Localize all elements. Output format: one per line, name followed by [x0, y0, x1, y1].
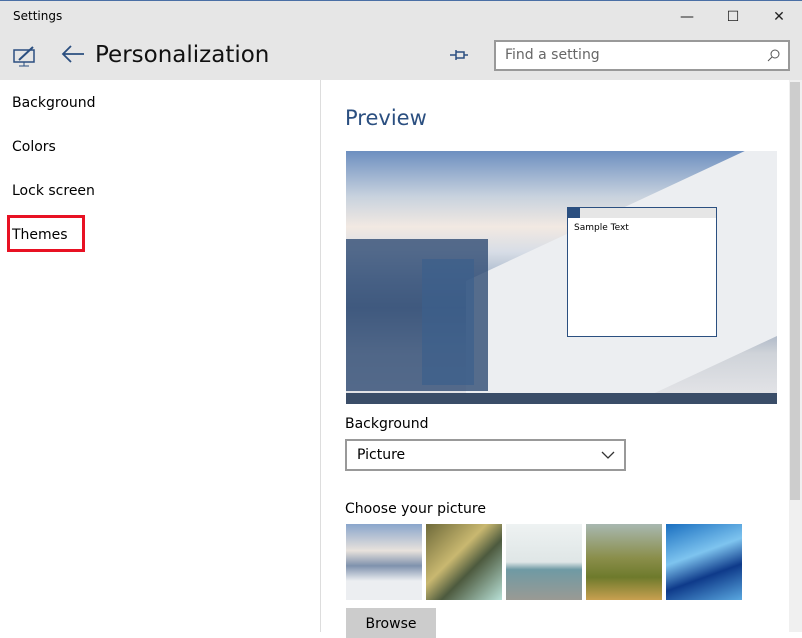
background-dropdown-value: Picture: [357, 447, 406, 463]
chevron-down-icon: [601, 451, 615, 459]
maximize-button[interactable]: ☐: [710, 1, 756, 33]
title-bar: Settings — ☐ ✕: [0, 0, 802, 32]
back-arrow-icon[interactable]: [60, 44, 86, 64]
preview-window: Sample Text: [567, 207, 717, 337]
picture-thumbnail[interactable]: [426, 524, 502, 600]
sidebar: Background Colors Lock screen Themes: [0, 80, 321, 632]
search-icon: [767, 49, 780, 62]
choose-picture-label: Choose your picture: [345, 501, 486, 517]
pin-icon[interactable]: [448, 46, 470, 64]
themes-highlight-box: [7, 215, 85, 252]
close-button[interactable]: ✕: [756, 1, 802, 33]
preview-heading: Preview: [345, 106, 427, 130]
header: Personalization Find a setting: [0, 32, 802, 80]
preview-taskbar: [346, 393, 777, 404]
search-input[interactable]: Find a setting: [494, 40, 790, 71]
search-placeholder: Find a setting: [505, 47, 600, 63]
personalization-icon: [13, 46, 35, 67]
background-dropdown[interactable]: Picture: [345, 439, 626, 471]
preview-image: Sample Text: [346, 151, 777, 404]
picture-thumbnail[interactable]: [506, 524, 582, 600]
minimize-button[interactable]: —: [664, 1, 710, 33]
picture-thumbnails: [346, 524, 742, 600]
sample-text: Sample Text: [574, 223, 629, 233]
scrollbar-thumb[interactable]: [790, 82, 800, 500]
picture-thumbnail[interactable]: [586, 524, 662, 600]
main-content: Preview Sample Text Background Picture C…: [322, 80, 790, 638]
preview-start-menu: [346, 239, 488, 391]
page-title: Personalization: [95, 42, 270, 68]
sidebar-item-background[interactable]: Background: [12, 95, 96, 111]
background-label: Background: [345, 416, 429, 432]
window-title: Settings: [13, 9, 63, 23]
sidebar-item-lock-screen[interactable]: Lock screen: [12, 183, 95, 199]
browse-button[interactable]: Browse: [346, 608, 436, 638]
picture-thumbnail[interactable]: [346, 524, 422, 600]
sidebar-item-colors[interactable]: Colors: [12, 139, 56, 155]
picture-thumbnail[interactable]: [666, 524, 742, 600]
